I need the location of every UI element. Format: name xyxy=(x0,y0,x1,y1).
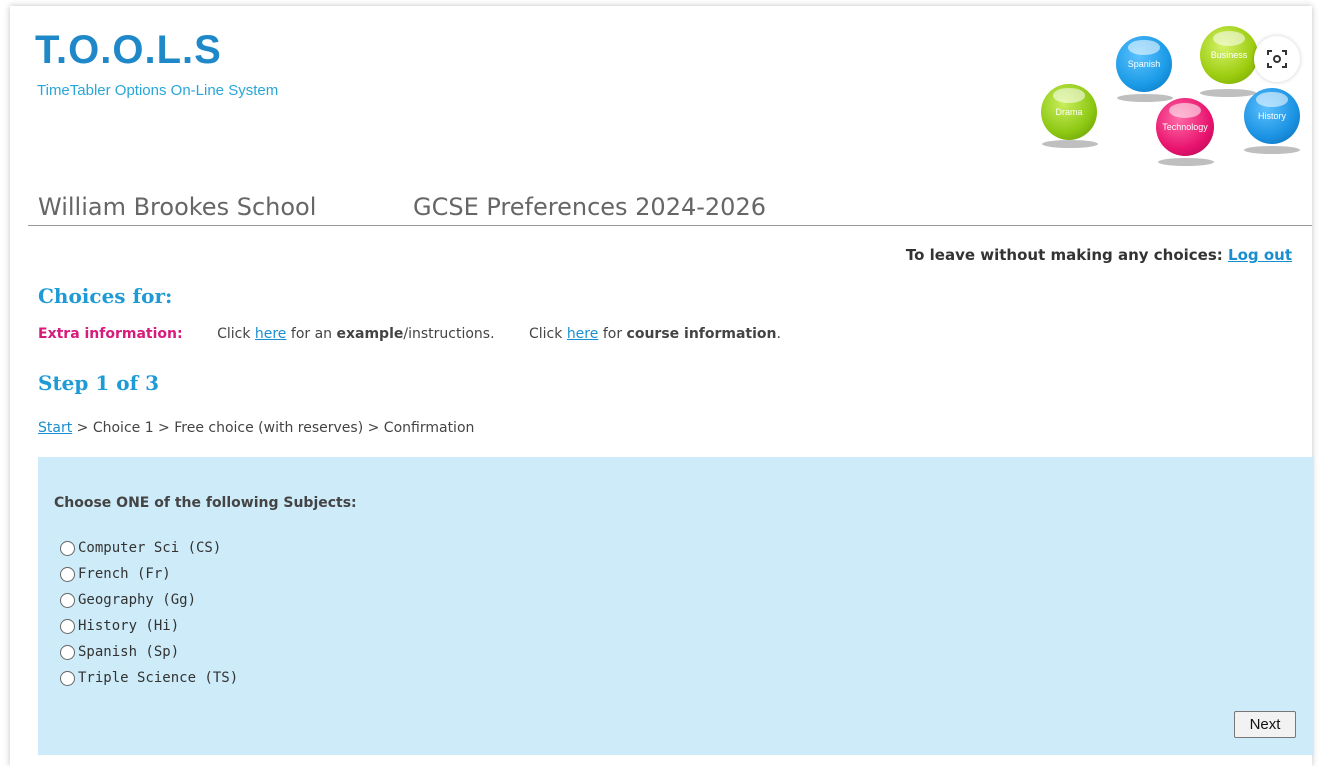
choices-for-heading: Choices for: xyxy=(38,284,173,308)
radio-button[interactable] xyxy=(60,566,75,582)
extra-bold: example xyxy=(336,326,404,342)
ball-spanish: Spanish xyxy=(1116,36,1172,92)
ball-label: Business xyxy=(1210,50,1248,60)
extra-text: Click xyxy=(217,326,255,342)
logout-link[interactable]: Log out xyxy=(1228,246,1292,264)
subject-option[interactable]: History (Hi) xyxy=(60,613,238,639)
course-info-here-link[interactable]: here xyxy=(567,326,599,342)
extra-information-label: Extra information: xyxy=(38,326,183,342)
subject-label[interactable]: Spanish (Sp) xyxy=(78,644,179,660)
extra-text: Click xyxy=(529,326,567,342)
subject-label[interactable]: French (Fr) xyxy=(78,566,171,582)
subject-label[interactable]: History (Hi) xyxy=(78,618,179,634)
subject-option[interactable]: French (Fr) xyxy=(60,561,238,587)
logo-subtitle: TimeTabler Options On-Line System xyxy=(37,82,279,99)
next-button[interactable]: Next xyxy=(1234,711,1296,738)
ball-label: History xyxy=(1257,111,1286,121)
ball-business: Business xyxy=(1200,26,1258,84)
page-header: William Brookes School GCSE Preferences … xyxy=(28,192,1312,226)
screenshot-camera-icon[interactable] xyxy=(1254,36,1300,82)
radio-button[interactable] xyxy=(60,540,75,556)
breadcrumb-start-link[interactable]: Start xyxy=(38,420,72,436)
extra-text: for xyxy=(598,326,627,342)
extra-text: . xyxy=(776,326,781,342)
extra-text: for an xyxy=(286,326,337,342)
ball-label: Spanish xyxy=(1127,59,1161,69)
ball-shadow xyxy=(1117,94,1173,102)
example-here-link[interactable]: here xyxy=(255,326,287,342)
choice-heading: Choose ONE of the following Subjects: xyxy=(54,495,357,511)
radio-button[interactable] xyxy=(60,592,75,608)
subject-option[interactable]: Geography (Gg) xyxy=(60,587,238,613)
ball-shadow xyxy=(1158,158,1214,166)
logo-title: T.O.O.L.S xyxy=(35,28,222,72)
extra-text: /instructions. xyxy=(403,326,495,342)
ball-technology: Technology xyxy=(1156,98,1214,156)
subject-option[interactable]: Computer Sci (CS) xyxy=(60,535,238,561)
page-frame: T.O.O.L.S TimeTabler Options On-Line Sys… xyxy=(10,6,1314,766)
ball-shadow xyxy=(1244,146,1300,154)
extra-bold: course information xyxy=(626,326,777,342)
subject-label[interactable]: Triple Science (TS) xyxy=(78,670,238,686)
radio-button[interactable] xyxy=(60,618,75,634)
radio-button[interactable] xyxy=(60,644,75,660)
ball-label: Drama xyxy=(1055,107,1083,117)
subject-option[interactable]: Spanish (Sp) xyxy=(60,639,238,665)
step-heading: Step 1 of 3 xyxy=(38,371,160,395)
ball-label: Technology xyxy=(1162,122,1208,132)
preferences-title: GCSE Preferences 2024-2026 xyxy=(413,193,766,221)
ball-shadow xyxy=(1042,140,1098,148)
choice-panel: Choose ONE of the following Subjects: Co… xyxy=(38,457,1314,755)
subject-options: Computer Sci (CS) French (Fr) Geography … xyxy=(60,535,238,691)
breadcrumb-rest: > Choice 1 > Free choice (with reserves)… xyxy=(72,420,475,436)
leave-row: To leave without making any choices: Log… xyxy=(906,246,1292,264)
radio-button[interactable] xyxy=(60,670,75,686)
ball-drama: Drama xyxy=(1041,84,1097,140)
ball-history: History xyxy=(1244,88,1300,144)
ball-shadow xyxy=(1200,89,1256,97)
extra-information-row: Extra information: Click here for an exa… xyxy=(38,326,781,342)
school-name: William Brookes School xyxy=(38,193,317,221)
camera-focus-icon xyxy=(1267,50,1287,68)
subject-label[interactable]: Geography (Gg) xyxy=(78,592,196,608)
leave-text: To leave without making any choices: xyxy=(905,246,1229,264)
breadcrumb: Start > Choice 1 > Free choice (with res… xyxy=(38,420,474,436)
subject-option[interactable]: Triple Science (TS) xyxy=(60,665,238,691)
subject-label[interactable]: Computer Sci (CS) xyxy=(78,540,221,556)
